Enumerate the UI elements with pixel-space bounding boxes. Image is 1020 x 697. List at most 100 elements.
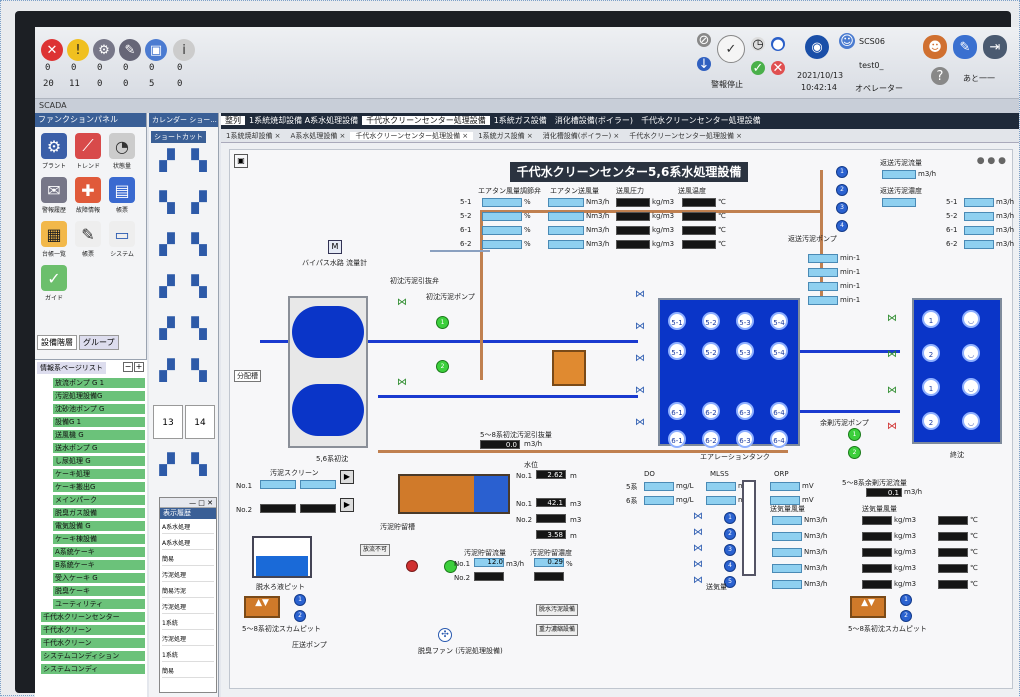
shortcut-icon[interactable]: ▞	[153, 229, 181, 259]
tree-item[interactable]: システムコンディション	[41, 651, 145, 661]
blower-valve-icon[interactable]: ⋈	[692, 528, 704, 538]
excess-pump-2[interactable]: 2	[848, 446, 861, 459]
wrench-icon[interactable]: ✎	[119, 39, 141, 61]
globe-icon[interactable]: ●	[771, 37, 785, 52]
screen-play-icon-2[interactable]: ▶	[340, 498, 354, 512]
filtrate-pit[interactable]	[252, 536, 312, 578]
subtab-6[interactable]: 千代水クリーンセンター処理設備 ×	[624, 132, 747, 140]
tree-item[interactable]: 送水ポンプ G	[53, 443, 145, 453]
users-icon[interactable]: ☻	[923, 35, 947, 59]
return-pump-4[interactable]: 4	[836, 220, 848, 232]
shortcut-icon[interactable]: ▞	[153, 271, 181, 301]
scum-pit-right[interactable]: ▲▼	[850, 596, 886, 618]
aeration-valve-icon[interactable]: ⋈	[634, 386, 646, 396]
system-icon[interactable]: ▭	[109, 221, 135, 247]
tree-item[interactable]: 放流ポンプ G 1	[53, 378, 145, 388]
draw-valve-1-icon[interactable]: ⋈	[396, 298, 408, 308]
transfer-pump-red[interactable]	[406, 560, 418, 572]
tab-arrange[interactable]: 整列	[221, 116, 245, 125]
subtab-2[interactable]: A系水処理設備 ×	[286, 132, 351, 140]
tab-boiler[interactable]: 消化槽設備(ボイラー)	[551, 116, 637, 125]
close-icon[interactable]: ✕	[771, 61, 785, 76]
history-window-controls[interactable]: — □ ✕	[160, 498, 216, 508]
gauge-icon[interactable]: ◔	[109, 133, 135, 159]
shortcut-page-icon[interactable]: ▞	[153, 449, 181, 479]
final-valve-icon[interactable]: ⋈	[886, 386, 898, 396]
window-controls[interactable]: ● ● ●	[977, 156, 1006, 166]
history-item[interactable]: 簡易汚泥	[162, 586, 214, 598]
return-pump-2[interactable]: 2	[836, 184, 848, 196]
tree-item[interactable]: 受入ケーキ G	[53, 573, 145, 583]
shortcut-icon[interactable]: ▞	[153, 313, 181, 343]
scum-pit-left[interactable]: ▲▼	[244, 596, 280, 618]
history-item[interactable]: 簡易	[162, 554, 214, 566]
primary-settling-tank[interactable]	[288, 296, 368, 448]
return-pump-3[interactable]: 3	[836, 202, 848, 214]
tree-item[interactable]: 汚泥処理設備G	[53, 391, 145, 401]
window-icon[interactable]: ▣	[234, 154, 248, 168]
tree-item[interactable]: 設備G 1	[53, 417, 145, 427]
tree-item[interactable]: ケーキ棟設備	[53, 534, 145, 544]
final-valve-icon[interactable]: ⋈	[886, 314, 898, 324]
shortcut-icon[interactable]: ▚	[185, 145, 213, 175]
tree-item[interactable]: 脱臭ガス設備	[53, 508, 145, 518]
shortcut-tool-icon[interactable]: ▚	[185, 449, 213, 479]
tree-item[interactable]: 千代水クリーン	[41, 638, 145, 648]
blower-valve-icon[interactable]: ⋈	[692, 512, 704, 522]
shortcut-icon[interactable]: ▞	[153, 145, 181, 175]
tab-incinerator-a[interactable]: 1系統焼却設備 A系水処理設備	[245, 116, 362, 125]
blower-1[interactable]: 1	[724, 512, 736, 524]
history-item[interactable]: 汚泥処理	[162, 634, 214, 646]
blower-valve-icon[interactable]: ⋈	[692, 576, 704, 586]
scum-pump-left-1[interactable]: 1	[294, 594, 306, 606]
settings-icon[interactable]: ⚙	[93, 39, 115, 61]
shortcut-icon[interactable]: ▚	[185, 229, 213, 259]
final-settling-tank[interactable]: 1 ◡ 2 ◡ 1 ◡ 2 ◡	[912, 298, 1002, 444]
sludge-storage-tanks[interactable]	[398, 474, 510, 514]
shortcut-icon[interactable]: ▚	[185, 271, 213, 301]
alarm-list-icon[interactable]: ✉	[41, 177, 67, 203]
aeration-tank[interactable]: 5-1 5-2 5-3 5-4 5-1 5-2 5-3 5-4 6-1 6-2 6-3 6-4 6-1 6…	[658, 298, 800, 448]
subtab-3[interactable]: 千代水クリーンセンター処理設備 ×	[350, 132, 474, 140]
sludge-pump-2[interactable]: 2	[436, 360, 449, 373]
sludge-pump-1[interactable]: 1	[436, 316, 449, 329]
aeration-valve-icon[interactable]: ⋈	[634, 418, 646, 428]
shortcut-14[interactable]: 14	[185, 405, 215, 439]
guide-icon[interactable]: ✓	[41, 265, 67, 291]
alarm-stop-icon[interactable]: ✓	[717, 35, 745, 63]
tree-item[interactable]: 千代水クリーンセンター	[41, 612, 145, 622]
dewater-equipment-button[interactable]: 脱水汚泥設備	[536, 604, 579, 616]
arrow-down-icon[interactable]: ↓	[697, 57, 711, 72]
blower-4[interactable]: 4	[724, 560, 736, 572]
history-item[interactable]: 簡易	[162, 666, 214, 678]
blower-valve-icon[interactable]: ⋈	[692, 560, 704, 570]
screen-play-icon[interactable]: ▶	[340, 470, 354, 484]
blower-2[interactable]: 2	[724, 528, 736, 540]
return-pump-1[interactable]: 1	[836, 166, 848, 178]
aeration-valve-icon[interactable]: ⋈	[634, 354, 646, 364]
history-item[interactable]: 汚泥処理	[162, 602, 214, 614]
aeration-valve-icon[interactable]: ⋈	[634, 322, 646, 332]
subtab-1[interactable]: 1系統焼却設備 ×	[221, 132, 286, 140]
calendar-tab[interactable]: カレンダー	[152, 116, 187, 124]
monitor-icon[interactable]: ▣	[145, 39, 167, 61]
tree-item[interactable]: ケーキ処理	[53, 469, 145, 479]
shortcut-icon[interactable]: ▚	[185, 313, 213, 343]
distributor-tank[interactable]	[552, 350, 586, 386]
scum-pump-right-1[interactable]: 1	[900, 594, 912, 606]
edit-icon[interactable]: ✎	[953, 35, 977, 59]
shortcut-icon[interactable]: ▚	[153, 187, 181, 217]
tree-item[interactable]: 送風機 G	[53, 430, 145, 440]
warning-icon[interactable]: !	[67, 39, 89, 61]
gravity-thickener-button[interactable]: 重力濃縮設備	[536, 624, 579, 636]
tree-item[interactable]: し尿処理 G	[53, 456, 145, 466]
scum-pump-left-2[interactable]: 2	[294, 610, 306, 622]
subtab-5[interactable]: 消化槽設備(ボイラー) ×	[538, 132, 625, 140]
tree-item[interactable]: メインパーク	[53, 495, 145, 505]
shortcut-icon[interactable]: ▞	[153, 355, 181, 385]
tree-item[interactable]: A系統ケーキ	[53, 547, 145, 557]
history-item[interactable]: 1系統	[162, 618, 214, 630]
final-valve-icon[interactable]: ⋈	[886, 422, 898, 432]
shortcut-icon[interactable]: ▞	[185, 187, 213, 217]
tab-group[interactable]: グループ	[79, 335, 119, 350]
